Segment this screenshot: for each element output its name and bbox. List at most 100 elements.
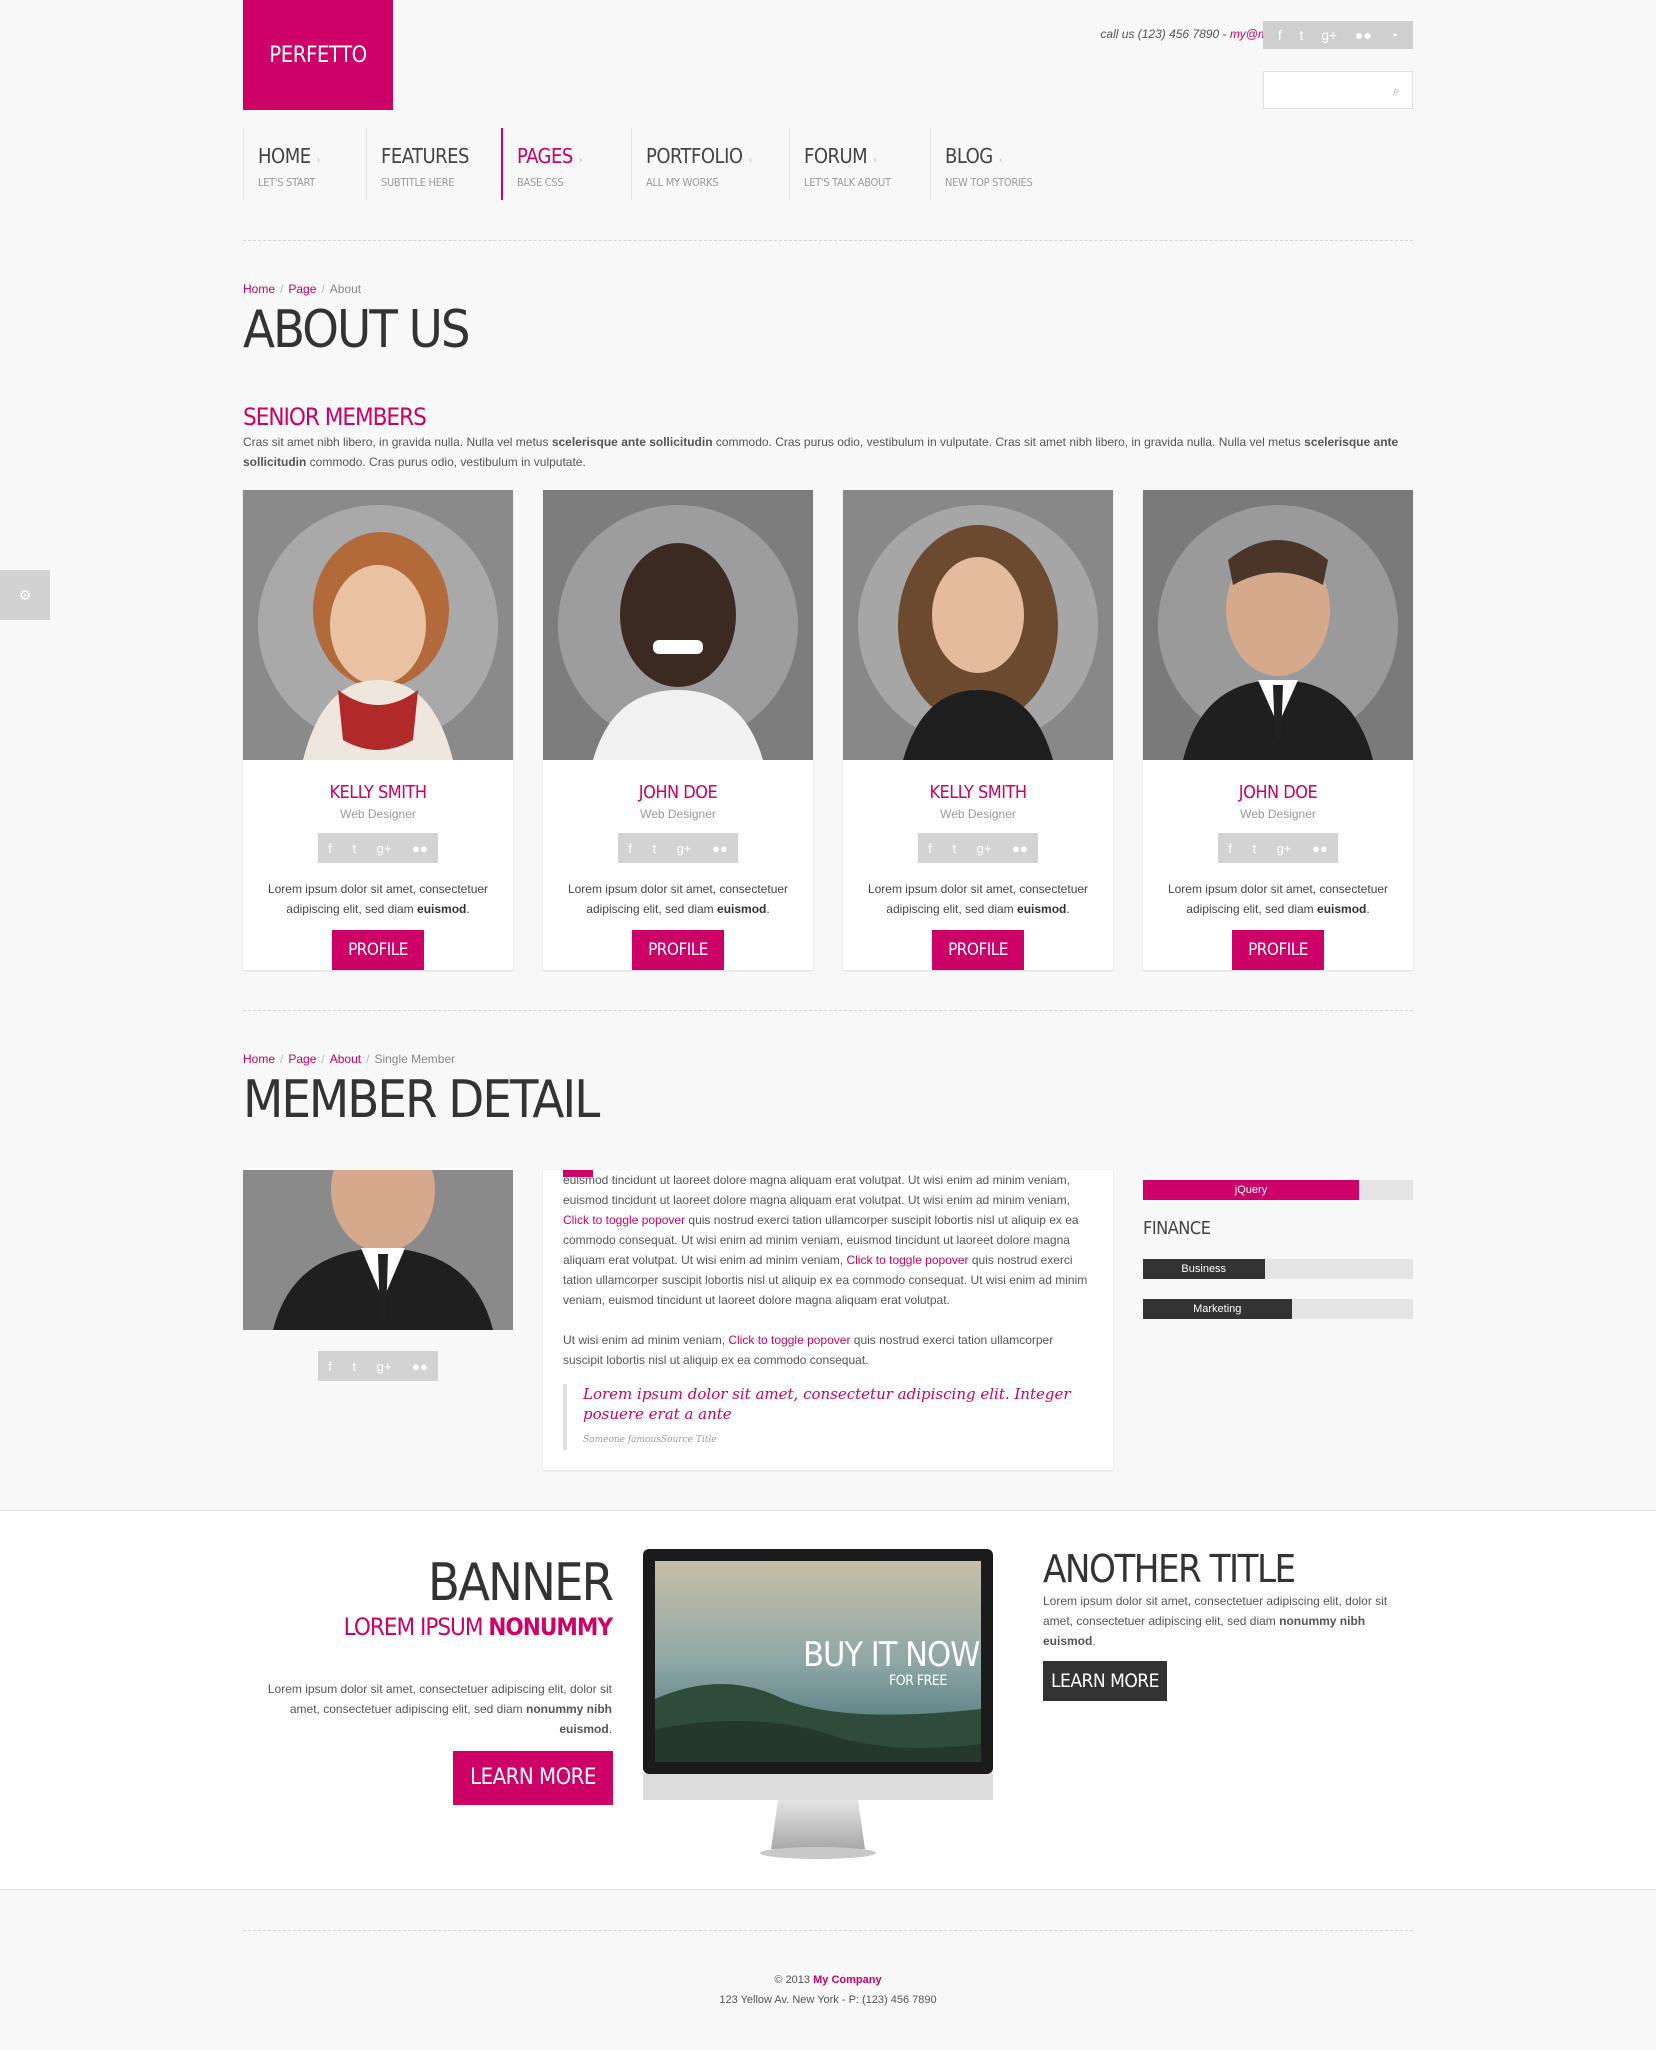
flickr-icon[interactable]: ●● [1355,27,1372,43]
facebook-icon[interactable]: f [928,841,932,856]
member-social: f t g+ ●● [618,833,738,863]
flickr-icon[interactable]: ●● [1312,841,1328,856]
nav-item-forum[interactable]: FORUM › LET'S TALK ABOUT [789,128,930,200]
page-title: ABOUT US [243,300,471,360]
facebook-icon[interactable]: f [328,1359,332,1374]
member-cards: KELLY SMITH Web Designer f t g+ ●● Lorem ip… [243,490,1413,970]
chevron-right-icon: › [316,155,321,166]
facebook-icon[interactable]: f [1228,841,1232,856]
member-photo [843,490,1113,760]
google-plus-icon[interactable]: g+ [377,841,392,856]
quote-source: Someone famousSource Title [583,1435,717,1445]
banner-text: Lorem ipsum dolor sit amet, consectetuer… [267,1682,612,1736]
breadcrumb-home[interactable]: Home [243,1052,275,1066]
chevron-right-icon: › [748,155,753,166]
twitter-icon[interactable]: t [652,841,656,856]
main-nav: HOME › LET'S START FEATURES SUBTITLE HERE… [243,128,1070,200]
google-plus-icon[interactable]: g+ [1277,841,1292,856]
another-title: ANOTHER TITLE [1043,1547,1296,1591]
nav-item-features[interactable]: FEATURES SUBTITLE HERE [366,128,501,200]
skill-bar-jquery: jQuery [1143,1180,1413,1200]
nav-item-home[interactable]: HOME › LET'S START [243,128,366,200]
member-role: Web Designer [1240,807,1316,821]
chevron-right-icon: › [998,155,1003,166]
screen-subtitle: FOR FREE [889,1673,947,1689]
another-text: Lorem ipsum dolor sit amet, consectetuer… [1043,1594,1388,1648]
flickr-icon[interactable]: ●● [412,841,428,856]
popover-link[interactable]: Click to toggle popover [846,1253,968,1267]
gear-icon[interactable]: ⚙ [0,570,50,620]
skill-fill: Marketing [1143,1299,1292,1319]
blockquote: Lorem ipsum dolor sit amet, consectetur … [563,1384,1093,1450]
rss-icon[interactable]: ◔ [1390,27,1398,43]
nav-subtitle: NEW TOP STORIES [945,176,1033,189]
google-plus-icon[interactable]: g+ [977,841,992,856]
twitter-icon[interactable]: t [952,841,956,856]
nav-item-portfolio[interactable]: PORTFOLIO › ALL MY WORKS [631,128,789,200]
facebook-icon[interactable]: f [1278,27,1282,43]
member-card: JOHN DOE Web Designer f t g+ ●● Lorem ipsum… [1143,490,1413,970]
breadcrumb-home[interactable]: Home [243,282,275,296]
learn-more-button[interactable]: LEARN MORE [453,1751,613,1805]
member-name: KELLY SMITH [929,782,1027,803]
monitor-image: BUY IT NOW FOR FREE [643,1549,993,1871]
member-bio: Lorem ipsum dolor sit amet, consectetuer… [1167,882,1389,916]
profile-button[interactable]: PROFILE [332,930,424,970]
section-heading: SENIOR MEMBERS [243,403,427,431]
banner-section: BANNER LOREM IPSUM NONUMMY Lorem ipsum d… [0,1510,1656,1890]
popover-link[interactable]: Click to toggle popover [563,1213,685,1227]
profile-button[interactable]: PROFILE [932,930,1024,970]
member-name: JOHN DOE [1238,782,1318,803]
member-bio: Lorem ipsum dolor sit amet, consectetuer… [567,882,789,916]
member-photo [243,1170,513,1330]
google-plus-icon[interactable]: g+ [677,841,692,856]
footer: © 2013 My Company 123 Yellow Av. New Yor… [0,1970,1656,2010]
logo[interactable]: PERFETTO [243,0,393,110]
search-icon[interactable]: ⌕ [1393,83,1400,99]
member-photo [543,490,813,760]
twitter-icon[interactable]: t [352,841,356,856]
skill-fill: Business [1143,1259,1265,1279]
google-plus-icon[interactable]: g+ [1321,27,1337,43]
page-title: MEMBER DETAIL [243,1070,600,1130]
divider [243,240,1413,241]
breadcrumb-page[interactable]: Page [288,282,316,296]
facebook-icon[interactable]: f [628,841,632,856]
flickr-icon[interactable]: ●● [412,1359,428,1374]
breadcrumb: Home / Page / About / Single Member [243,1052,456,1066]
flickr-icon[interactable]: ●● [712,841,728,856]
profile-button[interactable]: PROFILE [1232,930,1324,970]
facebook-icon[interactable]: f [328,841,332,856]
quote-text: Lorem ipsum dolor sit amet, consectetur … [583,1385,1071,1423]
nav-subtitle: LET'S START [258,176,316,189]
twitter-icon[interactable]: t [352,1359,356,1374]
twitter-icon[interactable]: t [1300,27,1304,43]
member-social: f t g+ ●● [918,833,1038,863]
skill-fill: jQuery [1143,1180,1359,1200]
intro-text: Cras sit amet nibh libero, in gravida nu… [243,435,1399,469]
skill-bar-business: Business [1143,1259,1413,1279]
banner-subtitle: LOREM IPSUM NONUMMY [343,1613,613,1641]
twitter-icon[interactable]: t [1252,841,1256,856]
nav-item-pages[interactable]: PAGES › BASE CSS [501,128,631,200]
breadcrumb-about[interactable]: About [330,1052,361,1066]
nav-item-blog[interactable]: BLOG › NEW TOP STORIES [930,128,1070,200]
flickr-icon[interactable]: ●● [1012,841,1028,856]
nav-title: FORUM › [804,144,877,168]
search-input[interactable]: ⌕ [1263,71,1413,109]
member-social: f t g+ ●● [318,1351,438,1381]
member-name: KELLY SMITH [329,782,427,803]
breadcrumb-page[interactable]: Page [288,1052,316,1066]
learn-more-button[interactable]: LEARN MORE [1043,1661,1167,1701]
skill-group-label: FINANCE [1143,1218,1211,1239]
member-name: JOHN DOE [638,782,718,803]
member-photo [1143,490,1413,760]
member-role: Web Designer [340,807,416,821]
google-plus-icon[interactable]: g+ [377,1359,392,1374]
company-link[interactable]: My Company [813,1974,881,1986]
nav-subtitle: LET'S TALK ABOUT [804,176,891,189]
popover-link[interactable]: Click to toggle popover [728,1333,850,1347]
nav-title: PORTFOLIO › [646,144,753,168]
profile-button[interactable]: PROFILE [632,930,724,970]
chevron-right-icon: › [578,155,583,166]
